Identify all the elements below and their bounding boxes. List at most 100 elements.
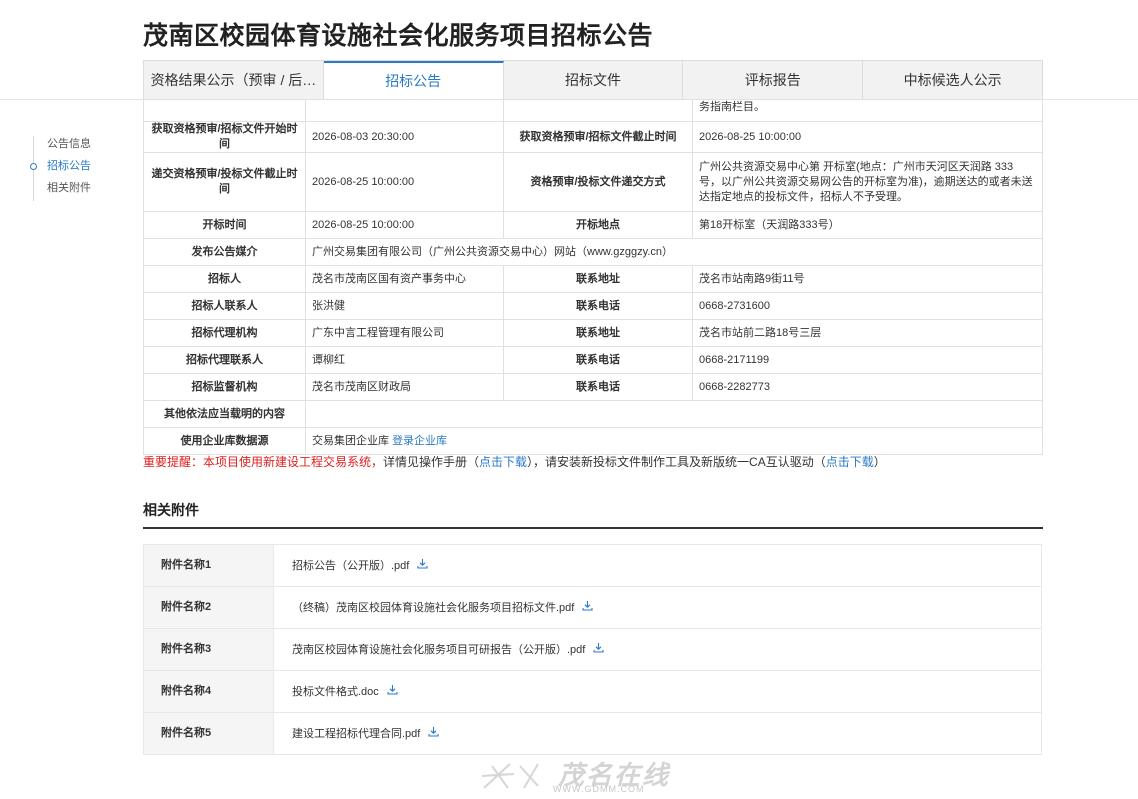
watermark-logo: 茂名在线 WWW.GDMM.COM xyxy=(480,758,680,796)
list-item: 附件名称4 投标文件格式.doc xyxy=(143,670,1042,712)
attachments-list: 附件名称1 招标公告（公开版）.pdf 附件名称2 （终稿）茂南区校园体育设施社… xyxy=(143,544,1042,755)
cell-value: 2026-08-25 10:00:00 xyxy=(305,211,504,239)
cell-label: 联系电话 xyxy=(503,292,693,320)
attachments-heading: 相关附件 xyxy=(143,500,1043,529)
watermark-star-icon xyxy=(481,763,539,789)
cell-label: 开标时间 xyxy=(143,211,306,239)
side-item-attachments[interactable]: 相关附件 xyxy=(34,180,91,202)
cell-label: 联系地址 xyxy=(503,319,693,347)
download-icon[interactable] xyxy=(428,713,439,754)
table-row: 招标人联系人 张洪健 联系电话 0668-2731600 xyxy=(143,292,1043,320)
cell-label: 联系电话 xyxy=(503,346,693,374)
table-row: 招标人 茂名市茂南区国有资产事务中心 联系地址 茂名市站南路9街11号 xyxy=(143,265,1043,293)
cell-value: 广州交易集团有限公司（广州公共资源交易中心）网站（www.gzggzy.cn） xyxy=(305,238,1043,266)
tab-evaluation-report[interactable]: 评标报告 xyxy=(683,61,864,99)
table-row: 其他依法应当载明的内容 xyxy=(143,400,1043,428)
attachment-label: 附件名称2 xyxy=(144,587,274,628)
cell-label: 获取资格预审/招标文件截止时间 xyxy=(503,121,693,153)
attachment-file-link[interactable]: 建设工程招标代理合同.pdf xyxy=(292,728,420,740)
cell-value: 2026-08-25 10:00:00 xyxy=(305,152,504,212)
cell-value: 2026-08-03 20:30:00 xyxy=(305,121,504,153)
page-title: 茂南区校园体育设施社会化服务项目招标公告 xyxy=(143,22,654,50)
table-row: 递交资格预审/投标文件截止时间 2026-08-25 10:00:00 资格预审… xyxy=(143,152,1043,212)
list-item: 附件名称5 建设工程招标代理合同.pdf xyxy=(143,712,1042,755)
notice-text: ） xyxy=(873,455,886,469)
cell-label: 招标人联系人 xyxy=(143,292,306,320)
list-item: 附件名称3 茂南区校园体育设施社会化服务项目可研报告（公开版）.pdf xyxy=(143,628,1042,670)
side-item-tender-notice[interactable]: 招标公告 xyxy=(30,158,91,180)
cell-label: 联系电话 xyxy=(503,373,693,401)
cell-value: 茂名市茂南区财政局 xyxy=(305,373,504,401)
table-row: 招标代理机构 广东中言工程管理有限公司 联系地址 茂名市站前二路18号三层 xyxy=(143,319,1043,347)
tab-tender-documents[interactable]: 招标文件 xyxy=(504,61,684,99)
cell-label: 招标代理机构 xyxy=(143,319,306,347)
attachment-label: 附件名称1 xyxy=(144,545,274,586)
cell-value: 谭柳红 xyxy=(305,346,504,374)
cell-label: 递交资格预审/投标文件截止时间 xyxy=(143,152,306,212)
cell-label: 获取资格预审/招标文件开始时间 xyxy=(143,121,306,153)
attachment-name: （终稿）茂南区校园体育设施社会化服务项目招标文件.pdf xyxy=(274,587,1041,628)
info-table: 务指南栏目。 获取资格预审/招标文件开始时间 2026-08-03 20:30:… xyxy=(143,99,1043,455)
cell-value: 0668-2282773 xyxy=(692,373,1043,401)
attachment-file-link[interactable]: 投标文件格式.doc xyxy=(292,686,379,698)
enterprise-db-text: 交易集团企业库 xyxy=(312,434,389,447)
tab-tender-notice[interactable]: 招标公告 xyxy=(323,61,504,99)
cell-label: 发布公告媒介 xyxy=(143,238,306,266)
attachment-label: 附件名称5 xyxy=(144,713,274,754)
cell-value: 2026-08-25 10:00:00 xyxy=(692,121,1043,153)
side-nav: 公告信息 招标公告 相关附件 xyxy=(30,136,91,202)
cell-value: 务指南栏目。 xyxy=(692,99,1043,122)
attachment-name: 茂南区校园体育设施社会化服务项目可研报告（公开版）.pdf xyxy=(274,629,1041,670)
download-icon[interactable] xyxy=(417,545,428,586)
cell-label: 使用企业库数据源 xyxy=(143,427,306,455)
cell-value: 茂名市站前二路18号三层 xyxy=(692,319,1043,347)
download-icon[interactable] xyxy=(593,629,604,670)
important-notice: 重要提醒：本项目使用新建设工程交易系统，详情见操作手册（点击下载），请安装新投标… xyxy=(143,453,886,470)
attachment-name: 招标公告（公开版）.pdf xyxy=(274,545,1041,586)
cell-value: 张洪健 xyxy=(305,292,504,320)
cell-value: 第18开标室（天润路333号） xyxy=(692,211,1043,239)
cell-label: 其他依法应当载明的内容 xyxy=(143,400,306,428)
driver-download-link[interactable]: 点击下载 xyxy=(826,455,874,469)
manual-download-link[interactable]: 点击下载 xyxy=(479,455,527,469)
table-row: 发布公告媒介 广州交易集团有限公司（广州公共资源交易中心）网站（www.gzgg… xyxy=(143,238,1043,266)
cell-value: 茂名市茂南区国有资产事务中心 xyxy=(305,265,504,293)
notice-text: 详情见操作手册（ xyxy=(383,455,480,469)
notice-alert-text: 重要提醒：本项目使用新建设工程交易系统， xyxy=(143,455,384,469)
tab-qualification-result[interactable]: 资格结果公示（预审 / 后… xyxy=(144,61,324,99)
attachment-name: 建设工程招标代理合同.pdf xyxy=(274,713,1041,754)
cell-value: 0668-2171199 xyxy=(692,346,1043,374)
cell-label: 开标地点 xyxy=(503,211,693,239)
cell-label: 资格预审/投标文件递交方式 xyxy=(503,152,693,212)
cell-value: 广东中言工程管理有限公司 xyxy=(305,319,504,347)
cell-label: 联系地址 xyxy=(503,265,693,293)
table-row: 务指南栏目。 xyxy=(143,99,1043,122)
cell-value: 茂名市站南路9街11号 xyxy=(692,265,1043,293)
watermark-url: WWW.GDMM.COM xyxy=(553,784,645,794)
table-row: 获取资格预审/招标文件开始时间 2026-08-03 20:30:00 获取资格… xyxy=(143,121,1043,153)
attachment-label: 附件名称3 xyxy=(144,629,274,670)
download-icon[interactable] xyxy=(387,671,398,712)
table-row: 开标时间 2026-08-25 10:00:00 开标地点 第18开标室（天润路… xyxy=(143,211,1043,239)
download-icon[interactable] xyxy=(582,587,593,628)
table-row: 招标监督机构 茂名市茂南区财政局 联系电话 0668-2282773 xyxy=(143,373,1043,401)
attachment-file-link[interactable]: 茂南区校园体育设施社会化服务项目可研报告（公开版）.pdf xyxy=(292,644,585,656)
tab-bar: 资格结果公示（预审 / 后… 招标公告 招标文件 评标报告 中标候选人公示 xyxy=(143,60,1043,99)
cell-label: 招标监督机构 xyxy=(143,373,306,401)
cell-value: 广州公共资源交易中心第 开标室(地点：广州市天河区天润路 333 号，以广州公共… xyxy=(692,152,1043,212)
attachment-name: 投标文件格式.doc xyxy=(274,671,1041,712)
notice-text: ），请安装新投标文件制作工具及新版统一CA互认驱动（ xyxy=(527,455,826,469)
attachment-label: 附件名称4 xyxy=(144,671,274,712)
list-item: 附件名称1 招标公告（公开版）.pdf xyxy=(143,544,1042,586)
tab-winning-candidate[interactable]: 中标候选人公示 xyxy=(863,61,1042,99)
cell-value xyxy=(305,400,1043,428)
attachment-file-link[interactable]: 招标公告（公开版）.pdf xyxy=(292,560,409,572)
side-item-announcement-info[interactable]: 公告信息 xyxy=(34,136,91,158)
attachment-file-link[interactable]: （终稿）茂南区校园体育设施社会化服务项目招标文件.pdf xyxy=(292,602,574,614)
list-item: 附件名称2 （终稿）茂南区校园体育设施社会化服务项目招标文件.pdf xyxy=(143,586,1042,628)
cell-label: 招标人 xyxy=(143,265,306,293)
cell-label: 招标代理联系人 xyxy=(143,346,306,374)
table-row: 招标代理联系人 谭柳红 联系电话 0668-2171199 xyxy=(143,346,1043,374)
login-enterprise-db-link[interactable]: 登录企业库 xyxy=(392,435,447,447)
table-row: 使用企业库数据源 交易集团企业库 登录企业库 xyxy=(143,427,1043,455)
